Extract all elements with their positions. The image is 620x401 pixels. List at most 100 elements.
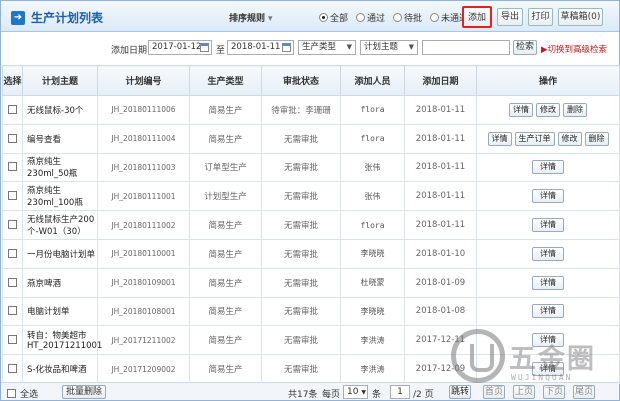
radio-label: 待批 xyxy=(404,14,423,24)
export-button[interactable]: 导出 xyxy=(497,8,523,26)
caret-down-icon: ▾ xyxy=(268,14,273,24)
print-button[interactable]: 打印 xyxy=(528,8,553,26)
row-action-button[interactable]: 详情 xyxy=(532,218,564,233)
page-title: 生产计划列表 xyxy=(31,11,104,25)
plan-code: JH_20180110001 xyxy=(97,238,190,269)
watermark-logo: 五金圈 WUJINQUAN xyxy=(451,321,616,399)
radio-dot[interactable] xyxy=(393,13,403,22)
production-type: 简易生产 xyxy=(189,325,262,356)
approval-status: 无需审批 xyxy=(261,123,341,154)
column-header: 计划编号 xyxy=(97,65,190,96)
row-checkbox-cell xyxy=(2,123,23,154)
arrow-right-icon: ➜ xyxy=(11,10,25,25)
row-action-button[interactable]: 详情 xyxy=(532,189,564,204)
production-type: 简易生产 xyxy=(189,210,262,240)
production-type-select[interactable]: 生产类型 ▼ xyxy=(298,40,356,55)
row-action-button[interactable]: 详情 xyxy=(532,160,564,175)
date-from-input[interactable]: 2017-01-12 xyxy=(148,40,212,55)
row-action-button[interactable]: 详情 xyxy=(532,246,564,261)
page-number-input[interactable]: 1 xyxy=(390,385,410,399)
action-group: 详情 修改 删除 xyxy=(477,102,619,117)
row-checkbox[interactable] xyxy=(8,277,17,287)
calendar-icon[interactable] xyxy=(282,43,291,52)
row-action-button[interactable]: 生产订单 xyxy=(514,131,555,146)
table-row[interactable]: 一月份电脑计划单 JH_20180110001 简易生产 无需审批 李晓晓 2018-01… xyxy=(2,238,620,269)
table-row[interactable]: 燕京啤酒 JH_20180109001 简易生产 无需审批 杜晓蒙 2018-01-09 详… xyxy=(2,267,620,298)
added-by: 杜晓蒙 xyxy=(340,267,405,298)
row-checkbox-cell xyxy=(2,296,23,327)
production-type: 简易生产 xyxy=(189,354,262,384)
row-checkbox[interactable] xyxy=(8,104,17,114)
approval-status: 无需审批 xyxy=(261,296,341,327)
keyword-input[interactable] xyxy=(422,40,510,55)
added-by: 张伟 xyxy=(340,152,405,183)
status-filter-radios: 全部 通过 待批 未通过 xyxy=(319,11,468,24)
radio-passed[interactable]: 通过 xyxy=(356,11,385,24)
row-action-button[interactable]: 详情 xyxy=(509,102,533,117)
production-type: 计划型生产 xyxy=(189,181,262,212)
column-header: 计划主题 xyxy=(22,65,98,96)
chevron-down-icon: ▼ xyxy=(408,43,414,51)
select-all-label: 全选 xyxy=(20,390,39,400)
watermark-icon xyxy=(451,329,505,383)
sort-dropdown[interactable]: 排序规则 ▾ xyxy=(229,11,273,24)
plan-subject: 编号查看 xyxy=(22,123,98,154)
per-page-unit: 条 xyxy=(372,390,382,400)
row-checkbox[interactable] xyxy=(8,335,17,345)
row-action-button[interactable]: 详情 xyxy=(487,131,512,146)
row-checkbox-cell xyxy=(2,267,23,298)
table-row[interactable]: 编号查看 JH_20180111004 简易生产 无需审批 flora 2018-01-1… xyxy=(2,123,620,154)
row-action-button[interactable]: 详情 xyxy=(532,275,564,290)
added-date: 2018-01-11 xyxy=(404,210,477,240)
row-checkbox[interactable] xyxy=(8,364,17,374)
row-checkbox-cell xyxy=(2,325,23,356)
row-action-button[interactable]: 删除 xyxy=(584,131,609,146)
row-checkbox[interactable] xyxy=(8,248,17,258)
row-checkbox-cell xyxy=(2,181,23,212)
advanced-search-link[interactable]: ▶切换到高级检索 xyxy=(541,43,607,55)
radio-dot[interactable] xyxy=(319,13,328,22)
radio-dot[interactable] xyxy=(430,13,440,22)
added-date: 2018-01-11 xyxy=(404,95,477,125)
table-row[interactable]: 无线鼠标生产200个-W01（30） JH_20180111002 简易生产 无需审批… xyxy=(2,210,620,240)
approval-status: 无需审批 xyxy=(261,152,341,183)
row-action-button[interactable]: 修改 xyxy=(536,102,560,117)
chevron-down-icon: ▼ xyxy=(361,389,366,396)
calendar-icon[interactable] xyxy=(200,43,209,52)
row-checkbox-cell xyxy=(2,354,23,384)
plan-subject: 无线鼠标-30个 xyxy=(22,95,98,125)
table-row[interactable]: 无线鼠标-30个 JH_20180111006 简易生产 待审批：李珊珊 flora 20… xyxy=(2,95,620,125)
radio-all[interactable]: 全部 xyxy=(319,11,348,24)
select-all-group[interactable]: 全选 xyxy=(7,387,38,400)
table-row[interactable]: 燕京纯生230ml_100瓶 JH_20180111001 计划型生产 无需审批 张伟 2… xyxy=(2,181,620,212)
added-date: 2018-01-11 xyxy=(404,152,477,183)
search-button[interactable]: 检索 xyxy=(513,40,537,55)
radio-label: 通过 xyxy=(367,14,386,24)
row-actions: 详情 xyxy=(476,238,620,269)
draft-box-button[interactable]: 草稿箱(0) xyxy=(558,8,603,26)
radio-pending[interactable]: 待批 xyxy=(393,11,422,24)
plan-code: JH_20171209002 xyxy=(97,354,190,384)
row-checkbox[interactable] xyxy=(8,191,17,201)
title-group: ➜ 生产计划列表 xyxy=(11,9,103,26)
row-action-button[interactable]: 详情 xyxy=(532,304,564,319)
radio-dot[interactable] xyxy=(356,13,366,22)
sort-label: 排序规则 xyxy=(229,14,266,24)
select-all-checkbox[interactable] xyxy=(7,389,16,398)
row-checkbox[interactable] xyxy=(8,220,17,230)
row-action-button[interactable]: 删除 xyxy=(563,102,587,117)
added-date: 2018-01-10 xyxy=(404,238,477,269)
add-button[interactable]: 添加 xyxy=(462,6,492,28)
production-type: 简易生产 xyxy=(189,296,262,327)
date-to-input[interactable]: 2018-01-11 xyxy=(227,40,294,55)
row-checkbox[interactable] xyxy=(8,306,17,316)
action-group: 详情 生产订单 修改 删除 xyxy=(477,131,619,146)
row-checkbox[interactable] xyxy=(8,162,17,172)
row-action-button[interactable]: 修改 xyxy=(557,131,582,146)
row-checkbox[interactable] xyxy=(8,133,17,143)
per-page-select[interactable]: 10 ▼ xyxy=(343,385,368,399)
table-row[interactable]: 燕京纯生230ml_50瓶 JH_20180111003 订单型生产 无需审批 张伟 20… xyxy=(2,152,620,183)
batch-delete-button[interactable]: 批量删除 xyxy=(62,385,107,399)
plan-subject-select[interactable]: 计划主题 ▼ xyxy=(360,40,418,55)
search-bar: 添加日期: 2017-01-12 至 2018-01-11 生产类型 ▼ 计划主题… xyxy=(1,38,619,58)
